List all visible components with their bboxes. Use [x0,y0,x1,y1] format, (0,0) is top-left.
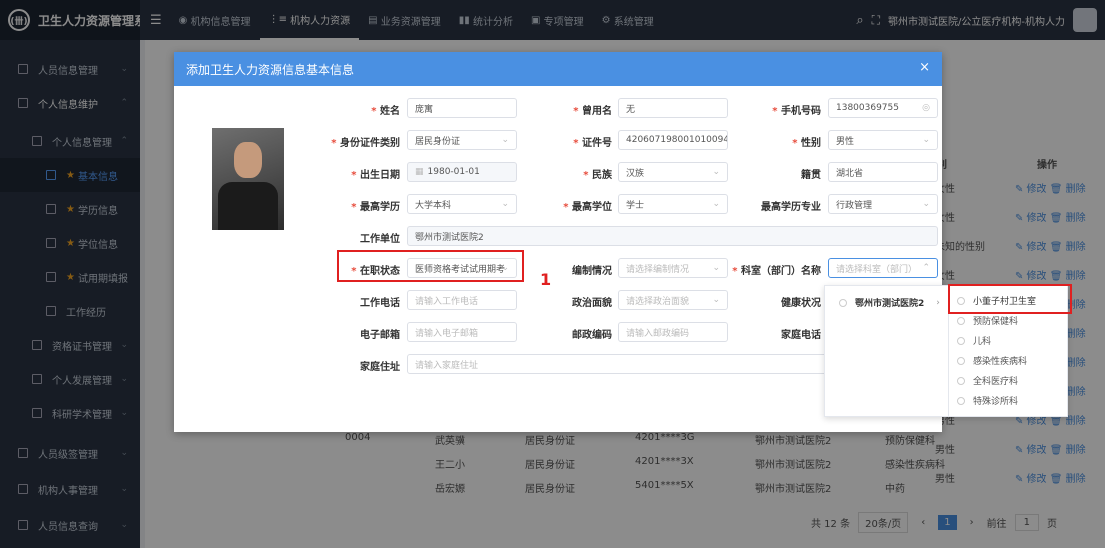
birth-date-input[interactable]: ▦ 1980-01-01 [407,162,517,182]
radio-icon [957,396,965,405]
politics-label: 政治面貌 [572,298,612,309]
degree-select[interactable]: 学士 ⌄ [618,194,728,214]
degree-label: * 最高学位 [563,202,612,213]
gender-label: * 性别 [792,138,821,149]
education-select[interactable]: 大学本科 ⌄ [407,194,517,214]
work-unit-label: 工作单位 [360,234,400,245]
address-input[interactable]: 请输入家庭住址 [407,354,827,374]
profile-photo[interactable] [212,128,284,230]
work-phone-label: 工作电话 [360,298,400,309]
email-label: 电子邮箱 [360,330,400,341]
chevron-right-icon: › [936,297,940,308]
chevron-down-icon: ⌄ [501,199,509,209]
cascader-option[interactable]: 感染性疾病科 [957,354,1027,367]
radio-icon [957,336,965,345]
modal-header: 添加卫生人力资源信息基本信息 [174,52,942,86]
cascader-option[interactable]: 全科医疗科 [957,374,1018,387]
former-name-input[interactable]: 无 [618,98,728,118]
chevron-down-icon: ⌄ [712,295,720,305]
major-label: 最高学历专业 [761,202,821,213]
cascader-option[interactable]: 特殊诊所科 [957,394,1018,407]
photo-suit [218,182,278,230]
politics-select[interactable]: 请选择政治面貌 ⌄ [618,290,728,310]
home-phone-label: 家庭电话 [781,330,821,341]
modal-title: 添加卫生人力资源信息基本信息 [186,62,355,77]
radio-icon [839,298,847,307]
id-type-select[interactable]: 居民身份证 ⌄ [407,130,517,150]
calendar-icon: ▦ [415,167,424,177]
native-input[interactable]: 湖北省 [828,162,938,182]
chevron-down-icon: ⌄ [922,135,930,145]
address-label: 家庭住址 [360,362,400,373]
name-label: * 姓名 [371,106,400,117]
cascader-option-hospital[interactable]: 鄂州市测试医院2 › [839,296,940,309]
chevron-down-icon: ⌄ [501,135,509,145]
id-no-input[interactable]: 420607198001010094 [618,130,728,150]
chevron-up-icon: ⌃ [922,263,930,273]
ethnic-label: * 民族 [583,170,612,181]
gender-select[interactable]: 男性 ⌄ [828,130,938,150]
radio-icon [957,356,965,365]
email-input[interactable]: 请输入电子邮箱 [407,322,517,342]
annotation-number: 1 [540,270,552,289]
chevron-down-icon: ⌄ [712,199,720,209]
postcode-input[interactable]: 请输入邮政编码 [618,322,728,342]
id-no-label: * 证件号 [573,138,612,149]
eye-icon: ◎ [922,103,930,113]
postcode-label: 邮政编码 [572,330,612,341]
work-phone-input[interactable]: 请输入工作电话 [407,290,517,310]
ethnic-select[interactable]: 汉族 ⌄ [618,162,728,182]
name-input[interactable]: 庞寓 [407,98,517,118]
former-name-label: * 曾用名 [573,106,612,117]
radio-icon [957,376,965,385]
status-highlight-box [337,250,524,282]
staffing-label: 编制情况 [572,266,612,277]
close-icon[interactable]: × [919,60,930,75]
photo-face [234,142,262,178]
cascader-option[interactable]: 预防保健科 [957,314,1018,327]
education-label: * 最高学历 [351,202,400,213]
staffing-select[interactable]: 请选择编制情况 ⌄ [618,258,728,278]
id-type-label: * 身份证件类别 [331,138,400,149]
work-unit-input: 鄂州市测试医院2 [407,226,938,246]
dept-select[interactable]: 请选择科室（部门） ⌃ [828,258,938,278]
phone-label: * 手机号码 [772,106,821,117]
cascader-option[interactable]: 儿科 [957,334,991,347]
birth-label: * 出生日期 [351,170,400,181]
native-label: 籍贯 [801,170,821,181]
chevron-down-icon: ⌄ [712,263,720,273]
major-select[interactable]: 行政管理 ⌄ [828,194,938,214]
dept-label: * 科室（部门）名称 [732,266,821,277]
radio-icon [957,316,965,325]
option-highlight-box [948,284,1072,314]
chevron-down-icon: ⌄ [922,199,930,209]
chevron-down-icon: ⌄ [712,167,720,177]
health-label: 健康状况 [781,298,821,309]
phone-input[interactable]: 13800369755 ◎ [828,98,938,118]
